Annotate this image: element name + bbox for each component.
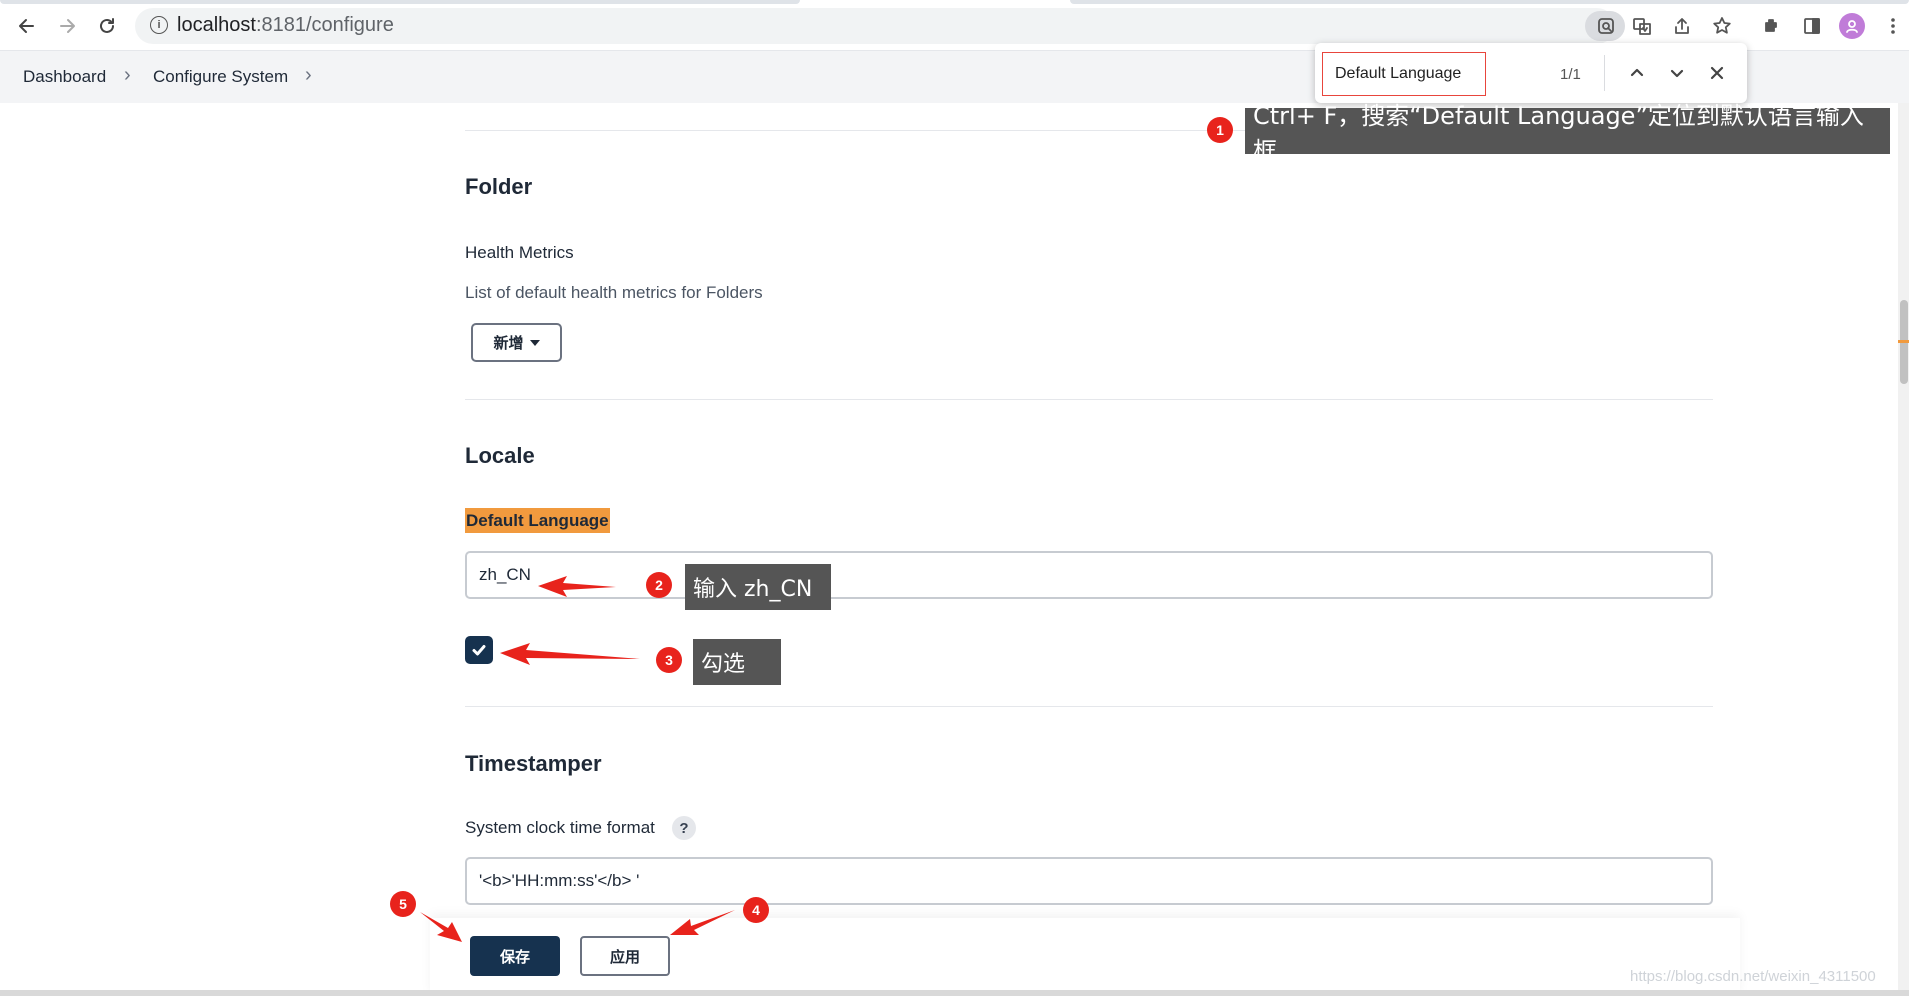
annotation-number-2: 2 (646, 572, 672, 598)
annotation-number-3: 3 (656, 647, 682, 673)
watermark: https://blog.csdn.net/weixin_4311500 (1630, 968, 1876, 985)
annotation-callout-1: Ctrl+ F，搜索“Default Language”定位到默认语言输入框 (1245, 102, 1890, 165)
annotation-callout-2: 输入 zh_CN (685, 564, 831, 610)
annotation-number-1: 1 (1207, 117, 1233, 143)
annotation-text-3: 勾选 (701, 652, 746, 677)
annotation-text-2: 输入 zh_CN (693, 577, 813, 602)
annotation-arrow-5 (420, 912, 462, 942)
annotation-number-5: 5 (390, 891, 416, 917)
annotation-text-1: Ctrl+ F，搜索“Default Language”定位到默认语言输入框 (1253, 102, 1864, 165)
annotation-arrow-3 (500, 643, 640, 665)
annotation-arrow-4 (670, 910, 735, 935)
annotation-number-4: 4 (743, 897, 769, 923)
page-bottom-edge (0, 990, 1909, 996)
annotation-callout-3: 勾选 (693, 639, 781, 685)
annotation-arrow-2 (538, 576, 616, 597)
